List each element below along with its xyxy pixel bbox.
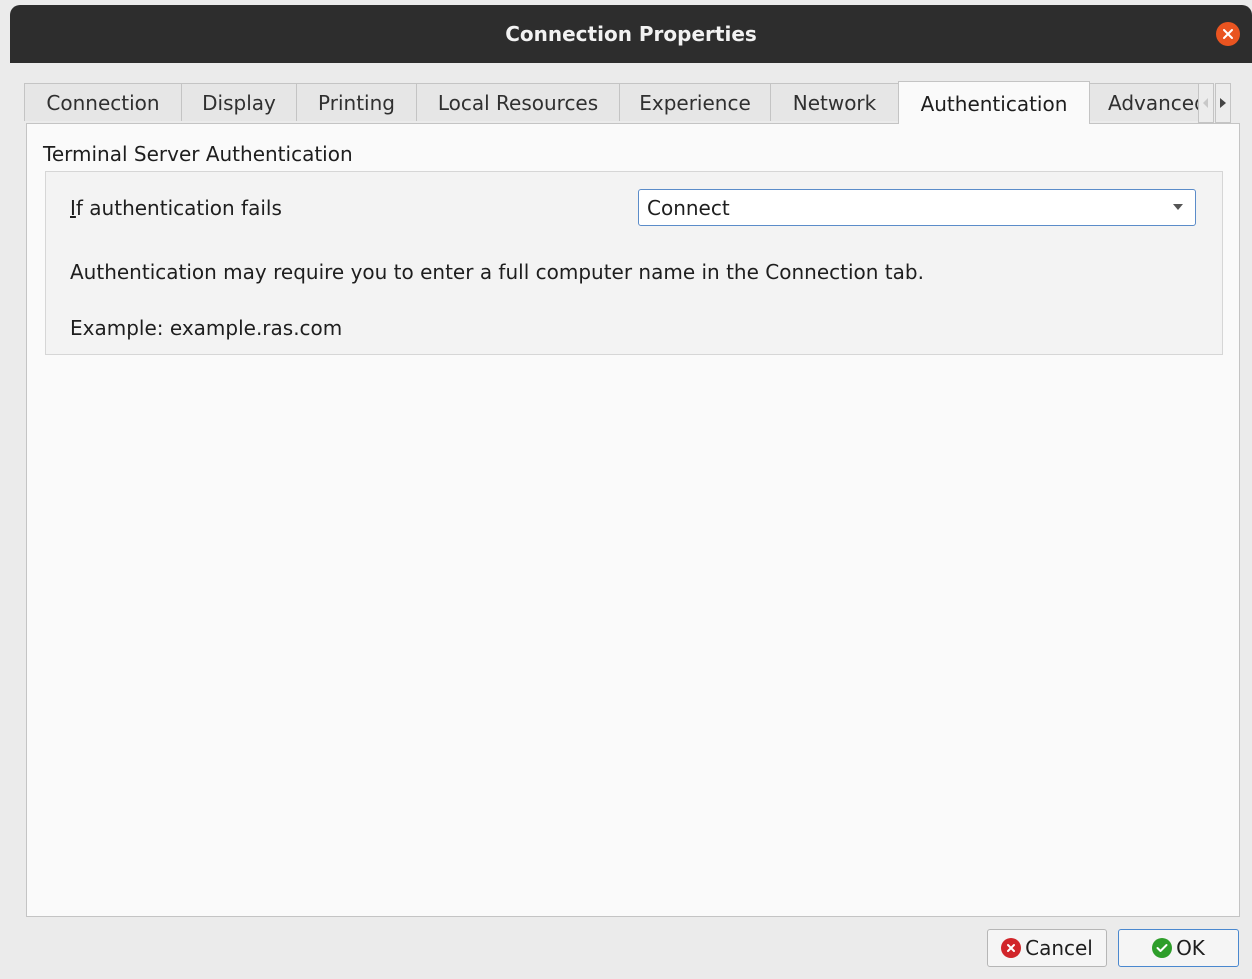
checkmark-icon <box>1152 938 1173 958</box>
example-text: Example: example.ras.com <box>70 316 343 340</box>
dropdown-value: Connect <box>647 195 730 220</box>
authentication-group: If authentication fails Connect Authenti… <box>45 171 1223 355</box>
cancel-icon <box>1001 938 1022 958</box>
tab-panel-authentication: Terminal Server Authentication If authen… <box>26 123 1240 917</box>
ok-label: OK <box>1176 936 1205 960</box>
close-icon <box>1223 29 1233 39</box>
tab-scroll-left-button[interactable] <box>1198 83 1214 123</box>
info-text: Authentication may require you to enter … <box>70 260 924 284</box>
tab-label: Authentication <box>920 91 1068 116</box>
section-title: Terminal Server Authentication <box>43 142 353 166</box>
tab-local-resources[interactable]: Local Resources <box>416 83 620 121</box>
chevron-right-icon <box>1220 98 1226 108</box>
tab-network[interactable]: Network <box>770 83 899 121</box>
window-title: Connection Properties <box>505 22 757 46</box>
tab-scroll-right-button[interactable] <box>1215 83 1231 123</box>
tab-label: Connection <box>46 90 160 115</box>
tab-label: Network <box>792 90 877 115</box>
tab-label: Display <box>202 90 276 115</box>
cancel-label: Cancel <box>1025 936 1093 960</box>
tab-label: Printing <box>318 90 395 115</box>
title-bar: Connection Properties <box>10 5 1252 63</box>
tab-printing[interactable]: Printing <box>296 83 417 121</box>
chevron-left-icon <box>1203 98 1208 108</box>
tab-bar: Connection Display Printing Local Resour… <box>24 81 1200 124</box>
chevron-down-icon <box>1173 204 1183 210</box>
cancel-button[interactable]: Cancel <box>987 929 1107 967</box>
tab-label: Advanced <box>1108 90 1200 115</box>
tab-display[interactable]: Display <box>181 83 297 121</box>
tab-label: Local Resources <box>437 90 599 115</box>
auth-fails-label: If authentication fails <box>70 196 282 220</box>
auth-fails-dropdown[interactable]: Connect <box>638 189 1196 226</box>
close-button[interactable] <box>1216 22 1240 46</box>
tab-label: Experience <box>639 90 751 115</box>
tab-authentication[interactable]: Authentication <box>898 81 1090 124</box>
tab-connection[interactable]: Connection <box>24 83 182 121</box>
tab-experience[interactable]: Experience <box>619 83 771 121</box>
ok-button[interactable]: OK <box>1118 929 1239 967</box>
label-text: f authentication fails <box>75 196 282 220</box>
tab-advanced[interactable]: Advanced <box>1089 83 1200 121</box>
